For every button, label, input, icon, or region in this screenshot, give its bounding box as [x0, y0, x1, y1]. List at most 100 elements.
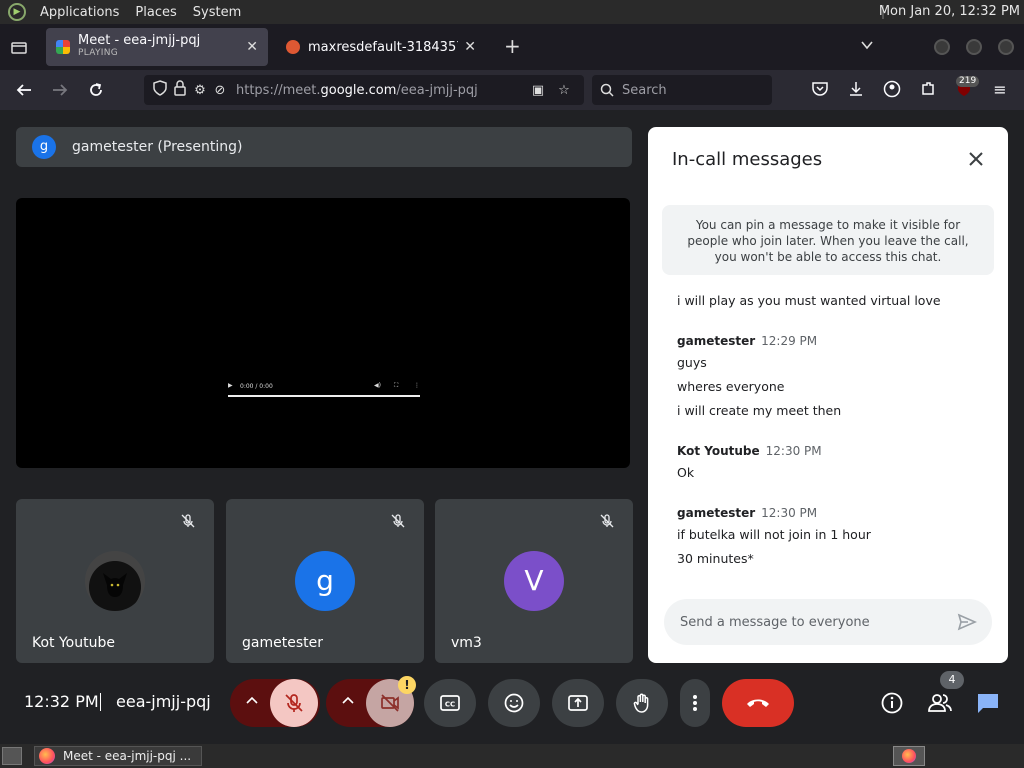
close-icon[interactable] [966, 149, 986, 169]
participant-tile[interactable]: V vm3 [435, 499, 633, 663]
search-icon [600, 83, 614, 97]
info-icon [881, 692, 903, 714]
close-window-button[interactable] [998, 39, 1014, 55]
closed-captions-icon: CC [440, 695, 460, 711]
url-path: /eea-jmjj-pqj [396, 82, 478, 98]
taskbar-window-meet[interactable]: Meet - eea-jmjj-pqj ... [34, 746, 202, 766]
shield-icon[interactable] [150, 80, 170, 100]
url-text[interactable]: https://meet.google.com/eea-jmjj-pqj [236, 83, 478, 98]
menu-applications[interactable]: Applications [32, 5, 127, 20]
tab-title: Meet - eea-jmjj-pqj [78, 34, 201, 47]
distro-logo-icon[interactable]: ▶ [8, 3, 26, 21]
forward-arrow-icon[interactable] [50, 80, 70, 100]
tab-meet[interactable]: Meet - eea-jmjj-pqj PLAYING ✕ [46, 28, 268, 66]
video-controls: ▶ 0:00 / 0:00 ◀) ⛶ ⋮ [228, 382, 420, 398]
people-icon [928, 694, 952, 712]
firefox-icon [39, 748, 55, 764]
new-tab-icon[interactable]: + [504, 36, 521, 56]
microphone-control-group [230, 679, 320, 727]
message-time: 12:29 PM [761, 334, 818, 348]
chevron-down-icon[interactable] [860, 38, 874, 56]
firefox-icon [902, 749, 916, 763]
reader-view-icon[interactable]: ▣ [528, 83, 548, 98]
lock-icon[interactable] [170, 80, 190, 100]
list-all-tabs-icon[interactable] [10, 38, 28, 56]
message-sender: gametester [677, 334, 756, 348]
play-icon[interactable]: ▶ [228, 382, 233, 389]
more-vertical-icon [693, 695, 697, 711]
chat-message: i will create my meet then [677, 403, 842, 418]
reload-icon[interactable] [86, 80, 106, 100]
url-bar[interactable]: ⚙ ⊘ https://meet.google.com/eea-jmjj-pqj… [144, 75, 584, 105]
participant-name: Kot Youtube [32, 635, 115, 651]
chat-info-banner: You can pin a message to make it visible… [662, 205, 994, 275]
chat-message-group: gametester 12:29 PM guys wheres everyone … [677, 331, 987, 425]
more-options-icon[interactable]: ⋮ [414, 382, 420, 389]
duckduckgo-favicon-icon [286, 40, 300, 54]
chat-button[interactable] [975, 690, 1001, 716]
chat-message-group: Kot Youtube 12:30 PM Ok [677, 441, 987, 487]
message-time: 12:30 PM [765, 444, 822, 458]
extension-badge: 219 [956, 76, 980, 87]
account-icon[interactable] [882, 80, 902, 100]
meet-favicon-icon [56, 40, 70, 54]
send-icon[interactable] [956, 611, 978, 633]
svg-text:CC: CC [445, 701, 455, 709]
captions-button[interactable]: CC [424, 679, 476, 727]
chat-message-list: i will play as you must wanted virtual l… [677, 291, 987, 573]
close-tab-icon[interactable]: ✕ [246, 39, 258, 55]
workspace-switcher[interactable] [893, 746, 925, 766]
divider [100, 693, 101, 711]
chat-message: guys [677, 355, 707, 370]
participant-name: gametester [242, 635, 323, 651]
close-tab-icon[interactable]: ✕ [464, 39, 476, 55]
camera-warning-badge: ! [398, 676, 416, 694]
leave-call-button[interactable] [722, 679, 794, 727]
avatar: g [295, 551, 355, 611]
meeting-details-button[interactable] [879, 690, 905, 716]
video-settings-chevron-icon[interactable] [340, 693, 356, 713]
avatar: V [504, 551, 564, 611]
video-time: 0:00 / 0:00 [240, 383, 273, 390]
system-clock[interactable]: Mon Jan 20, 12:32 PM [879, 4, 1020, 19]
maximize-window-button[interactable] [966, 39, 982, 55]
people-button[interactable] [927, 690, 953, 716]
tab-playing-label: PLAYING [78, 48, 119, 58]
download-icon[interactable] [846, 80, 866, 100]
toggle-microphone-button[interactable] [270, 679, 318, 727]
meeting-code: eea-jmjj-pqj [116, 692, 211, 711]
permissions-icon[interactable]: ⚙ [190, 83, 210, 98]
extensions-icon[interactable] [918, 80, 938, 100]
participant-tile[interactable]: Kot Youtube [16, 499, 214, 663]
emoji-reactions-button[interactable] [488, 679, 540, 727]
presentation-video[interactable]: ▶ 0:00 / 0:00 ◀) ⛶ ⋮ [16, 198, 630, 468]
presenting-bar[interactable]: g gametester (Presenting) [16, 127, 632, 167]
pocket-icon[interactable] [810, 80, 830, 100]
menu-places[interactable]: Places [127, 5, 184, 20]
chat-message-group: gametester 12:30 PM if butelka will not j… [677, 503, 987, 573]
presenter-avatar: g [32, 135, 56, 159]
message-sender: gametester [677, 506, 756, 520]
present-screen-icon [568, 695, 588, 711]
bookmark-star-icon[interactable]: ☆ [554, 83, 574, 98]
mic-off-icon [599, 513, 615, 529]
more-options-button[interactable] [680, 679, 710, 727]
volume-icon[interactable]: ◀) [374, 382, 381, 389]
video-progress-bar[interactable] [228, 395, 420, 397]
raise-hand-button[interactable] [616, 679, 668, 727]
participant-tile[interactable]: g gametester [226, 499, 424, 663]
present-now-button[interactable] [552, 679, 604, 727]
emoji-icon [504, 693, 524, 713]
fullscreen-icon[interactable]: ⛶ [394, 382, 398, 390]
search-bar[interactable]: Search [592, 75, 772, 105]
audio-settings-chevron-icon[interactable] [244, 693, 260, 713]
hamburger-menu-icon[interactable]: ≡ [990, 80, 1010, 100]
chat-bubble-icon [978, 694, 998, 713]
autoplay-blocked-icon[interactable]: ⊘ [210, 83, 230, 98]
back-arrow-icon[interactable] [14, 80, 34, 100]
show-desktop-icon[interactable] [2, 747, 22, 765]
chat-message-input[interactable]: Send a message to everyone [664, 599, 992, 645]
menu-system[interactable]: System [185, 5, 249, 20]
tab-image[interactable]: maxresdefault-318435746. ✕ [276, 28, 486, 66]
minimize-window-button[interactable] [934, 39, 950, 55]
